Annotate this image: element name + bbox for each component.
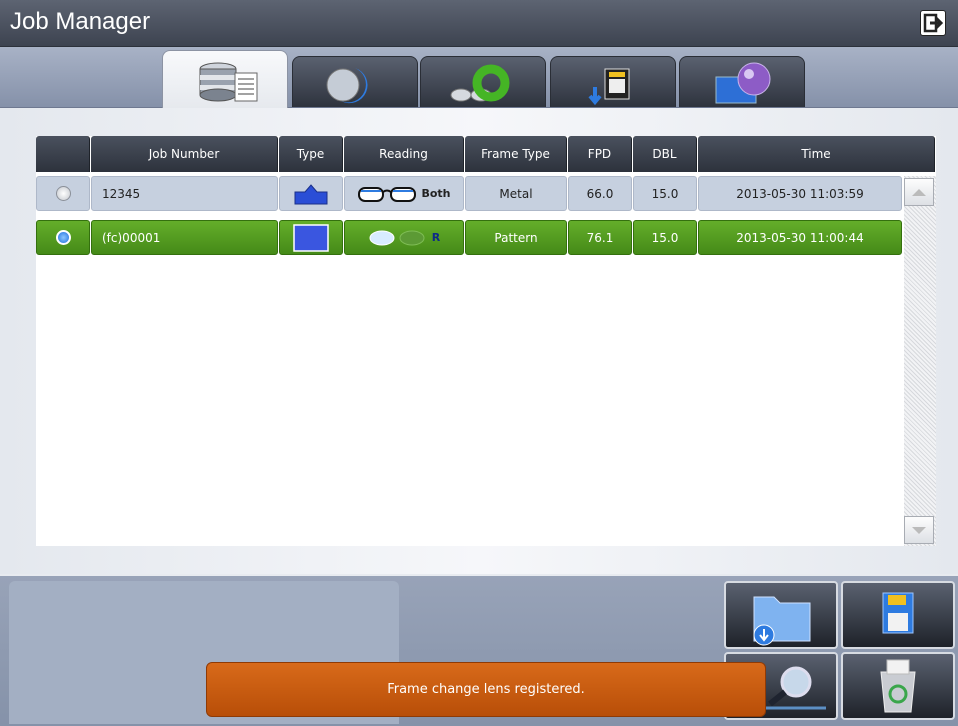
display-sphere-icon (715, 62, 771, 104)
scroll-up-button[interactable] (904, 178, 934, 206)
reading-cell[interactable]: R (344, 220, 464, 255)
tab-sd-import[interactable] (550, 56, 676, 107)
header-job-number[interactable]: Job Number (91, 136, 278, 172)
lens-icon (326, 68, 368, 104)
folder-download-icon (753, 596, 811, 646)
frame-type-cell[interactable]: Metal (465, 176, 567, 211)
type-cell[interactable] (279, 220, 343, 255)
arrow-down-icon (912, 527, 926, 534)
tab-job-list[interactable] (162, 50, 288, 108)
recycle-bin-icon (880, 659, 916, 713)
tab-display[interactable] (679, 56, 805, 107)
arrow-up-icon (912, 189, 926, 196)
glasses-icon (450, 64, 510, 102)
tab-frame[interactable] (420, 56, 546, 107)
header-dbl[interactable]: DBL (633, 136, 697, 172)
toast-message: Frame change lens registered. (206, 662, 766, 717)
table-row-select[interactable] (36, 176, 90, 211)
frame-type-cell[interactable]: Pattern (465, 220, 567, 255)
reading-label: R (431, 231, 441, 244)
header-fpd[interactable]: FPD (568, 136, 632, 172)
job-number-cell[interactable]: (fc)00001 (91, 220, 278, 255)
app-title: Job Manager (10, 8, 151, 35)
sd-import-icon (588, 68, 630, 106)
fpd-cell[interactable]: 76.1 (568, 220, 632, 255)
save-floppy-icon (882, 592, 914, 634)
save-button[interactable] (841, 581, 955, 649)
radio-button[interactable] (55, 186, 71, 201)
frame-shape-icon (294, 183, 328, 204)
tab-lens[interactable] (292, 56, 418, 107)
pattern-shape-icon (293, 223, 329, 252)
header-time[interactable]: Time (698, 136, 935, 172)
fpd-cell[interactable]: 66.0 (568, 176, 632, 211)
scrollbar-track[interactable] (904, 176, 936, 546)
radio-button-selected[interactable] (55, 230, 71, 245)
exit-icon (923, 13, 944, 33)
table-row-select[interactable] (36, 220, 90, 255)
header-select (36, 136, 90, 172)
delete-button[interactable] (841, 652, 955, 720)
dbl-cell[interactable]: 15.0 (633, 220, 697, 255)
reading-label: Both (421, 187, 451, 200)
header-type[interactable]: Type (279, 136, 343, 172)
glasses-icon (358, 186, 417, 202)
reading-cell[interactable]: Both (344, 176, 464, 211)
lens-pair-icon (369, 230, 425, 245)
load-folder-button[interactable] (724, 581, 838, 649)
type-cell[interactable] (279, 176, 343, 211)
database-icon (199, 62, 258, 102)
job-number-cell[interactable]: 12345 (91, 176, 278, 211)
exit-button[interactable] (920, 10, 946, 36)
header-frame-type[interactable]: Frame Type (465, 136, 567, 172)
time-cell[interactable]: 2013-05-30 11:03:59 (698, 176, 902, 211)
scroll-down-button[interactable] (904, 516, 934, 544)
dbl-cell[interactable]: 15.0 (633, 176, 697, 211)
header-reading[interactable]: Reading (344, 136, 464, 172)
time-cell[interactable]: 2013-05-30 11:00:44 (698, 220, 902, 255)
